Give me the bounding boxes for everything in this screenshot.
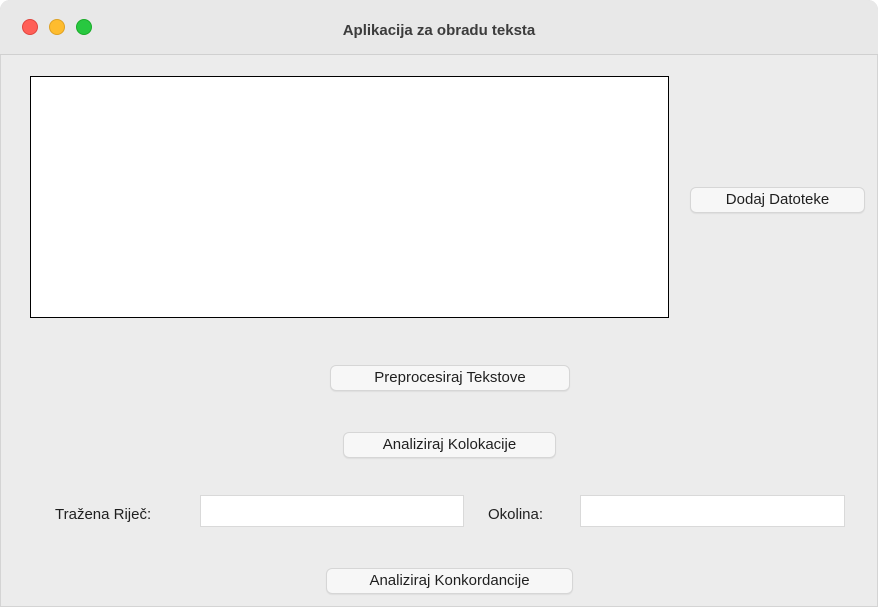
analyze-collocations-button[interactable]: Analiziraj Kolokacije [343, 432, 556, 458]
search-word-input[interactable] [200, 495, 464, 527]
context-input[interactable] [580, 495, 845, 527]
search-word-label: Tražena Riječ: [55, 506, 152, 523]
app-window: Aplikacija za obradu teksta Dodaj Datote… [0, 0, 878, 607]
analyze-concordance-button[interactable]: Analiziraj Konkordancije [326, 568, 573, 594]
title-bar: Aplikacija za obradu teksta [0, 0, 878, 55]
preprocess-button[interactable]: Preprocesiraj Tekstove [330, 365, 570, 391]
context-label: Okolina: [488, 506, 544, 523]
window-title: Aplikacija za obradu teksta [342, 22, 536, 39]
file-listbox[interactable] [30, 76, 669, 318]
add-files-button[interactable]: Dodaj Datoteke [690, 187, 865, 213]
